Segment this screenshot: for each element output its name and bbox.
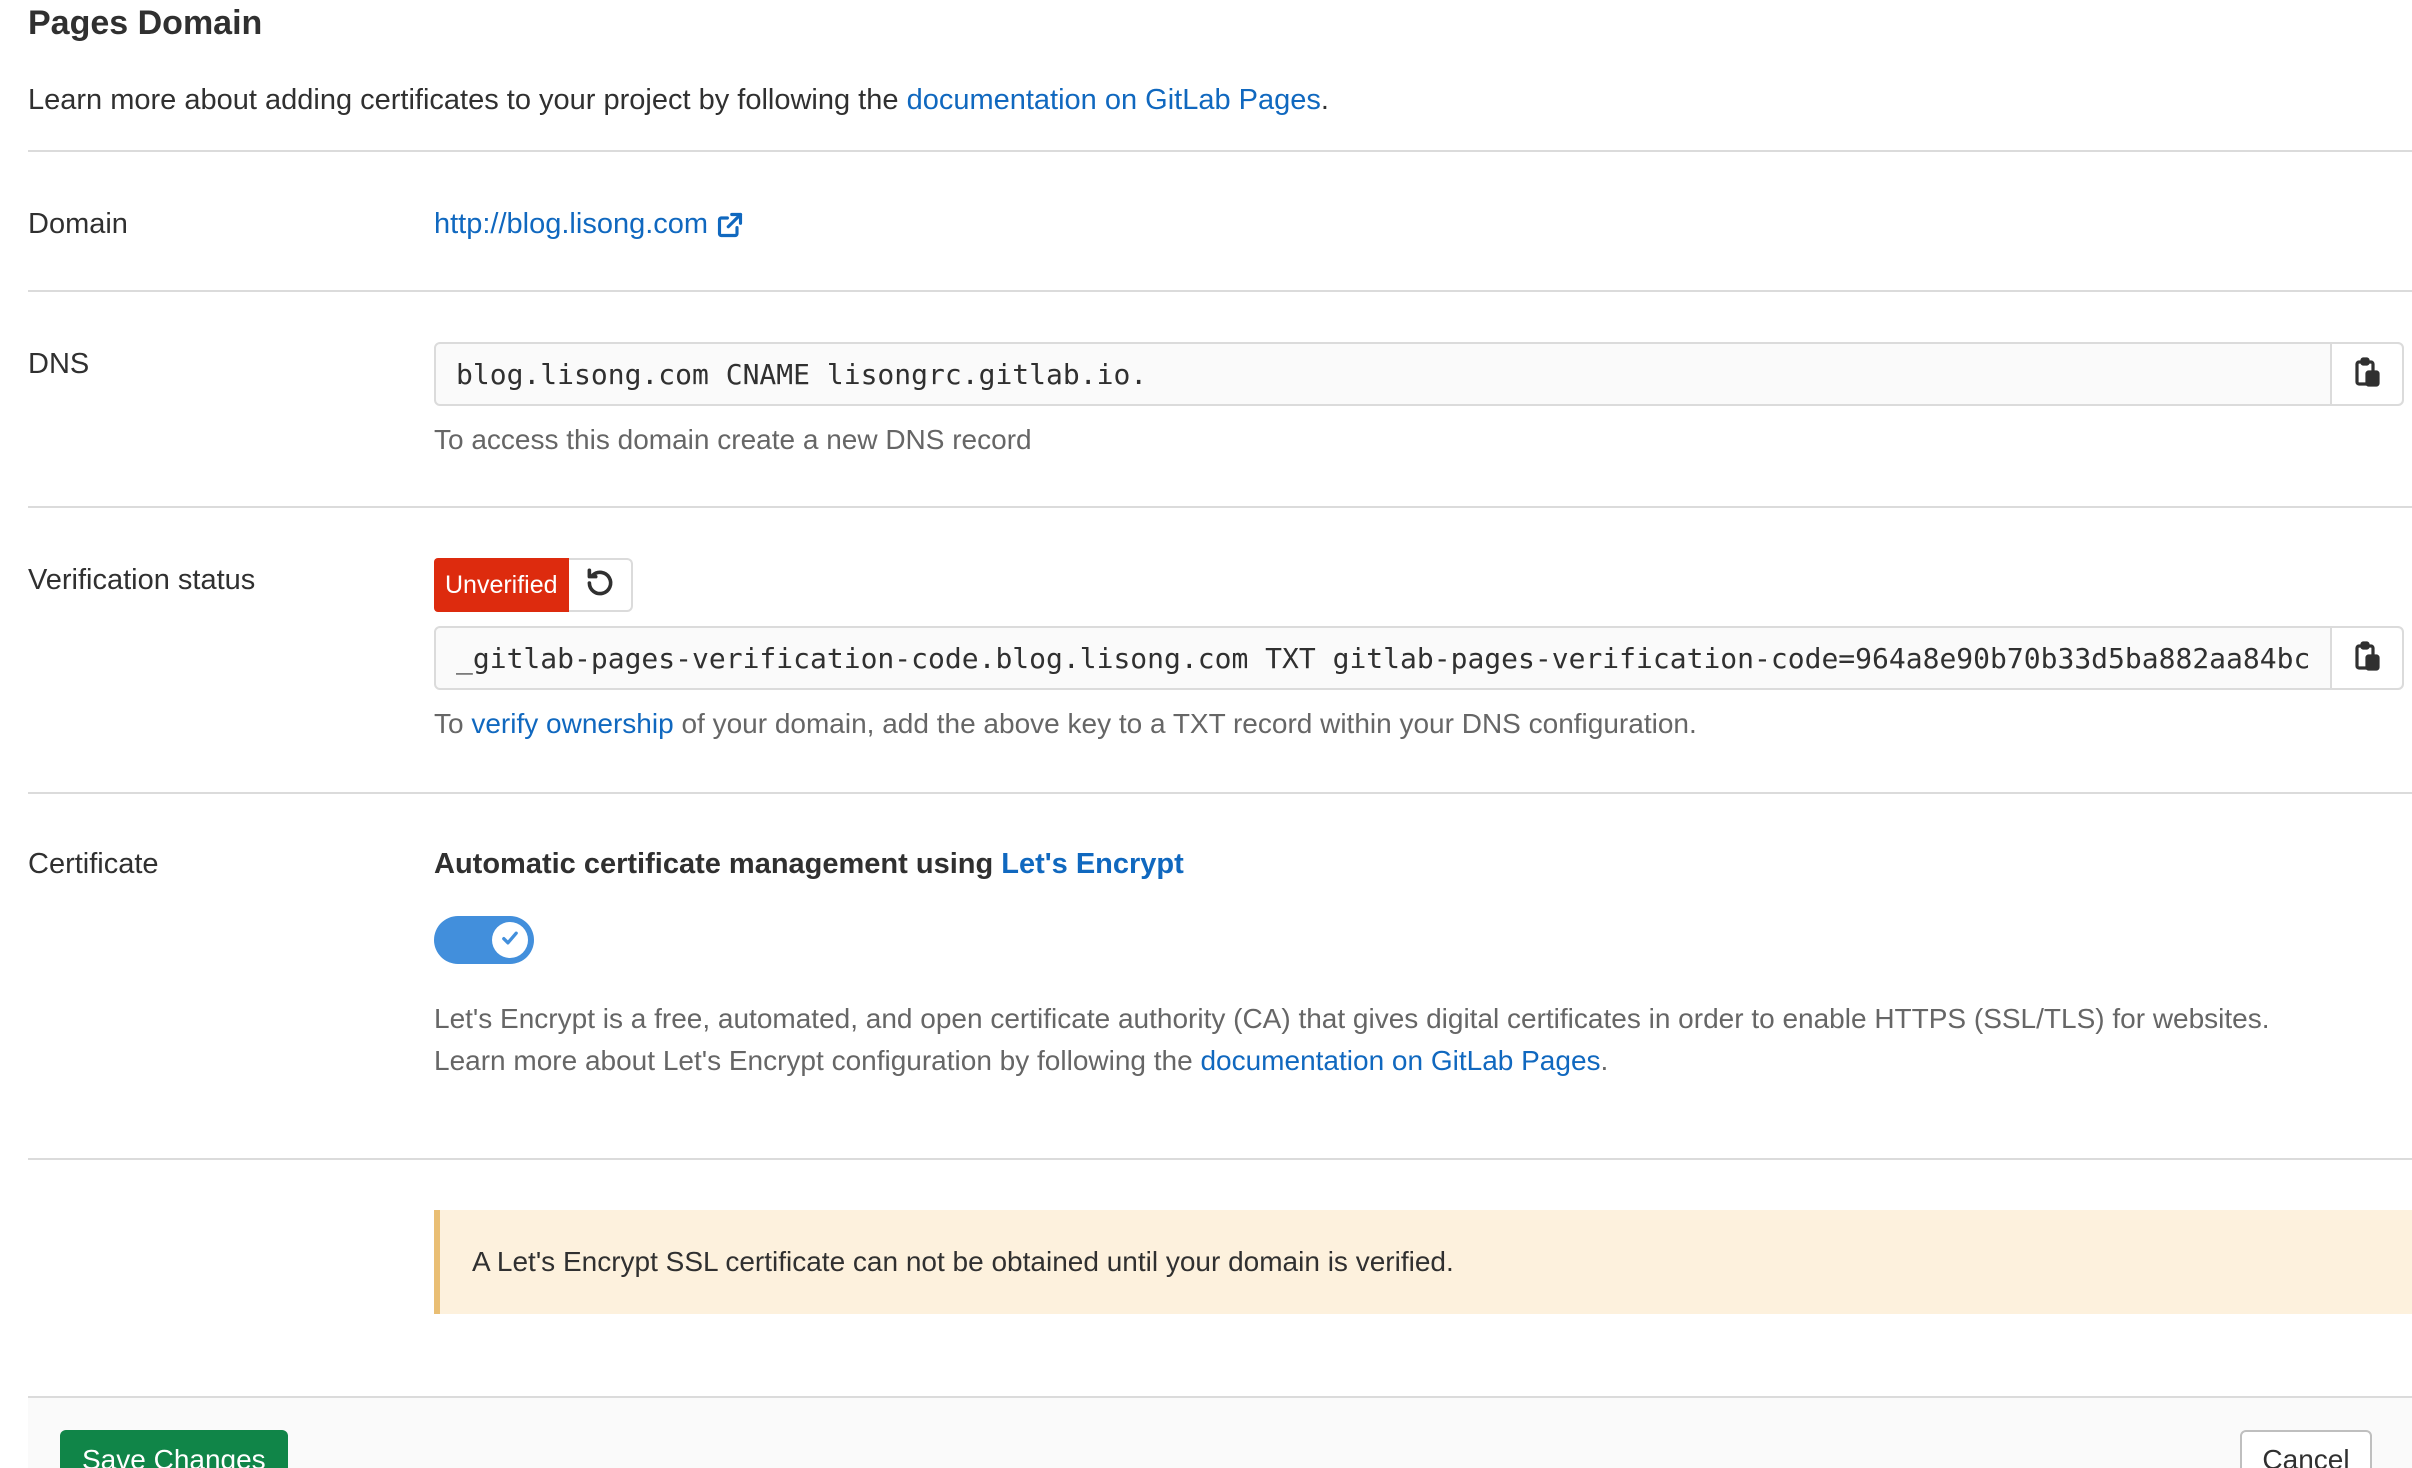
copy-verification-button[interactable] bbox=[2330, 628, 2402, 688]
verify-ownership-link[interactable]: verify ownership bbox=[471, 708, 673, 739]
dns-help-text: To access this domain create a new DNS r… bbox=[434, 424, 1032, 455]
documentation-link[interactable]: documentation on GitLab Pages bbox=[1200, 1045, 1600, 1076]
verification-help-text: To verify ownership of your domain, add … bbox=[434, 704, 1697, 744]
divider bbox=[28, 792, 2412, 794]
copy-dns-button[interactable] bbox=[2330, 344, 2402, 404]
domain-url-link[interactable]: http://blog.lisong.com bbox=[434, 204, 744, 244]
certificate-desc-line1: Let's Encrypt is a free, automated, and … bbox=[434, 1003, 2270, 1034]
divider bbox=[28, 506, 2412, 508]
warning-alert-text: A Let's Encrypt SSL certificate can not … bbox=[472, 1246, 1454, 1277]
external-link-icon bbox=[716, 210, 744, 238]
clipboard-icon bbox=[2353, 640, 2381, 677]
certificate-desc-line2-prefix: Learn more about Let's Encrypt configura… bbox=[434, 1045, 1201, 1076]
verification-record-group: _gitlab-pages-verification-code.blog.lis… bbox=[434, 626, 2404, 690]
form-footer bbox=[28, 1396, 2412, 1468]
lets-encrypt-link[interactable]: Let's Encrypt bbox=[1001, 848, 1184, 880]
dns-record-group: blog.lisong.com CNAME lisongrc.gitlab.io… bbox=[434, 342, 2404, 406]
pages-domain-page: Pages Domain Learn more about adding cer… bbox=[0, 0, 2412, 1468]
cancel-button[interactable]: Cancel bbox=[2240, 1430, 2372, 1468]
retry-verification-button[interactable] bbox=[568, 558, 633, 612]
dns-label: DNS bbox=[28, 348, 90, 380]
toggle-knob bbox=[492, 922, 528, 958]
warning-alert: A Let's Encrypt SSL certificate can not … bbox=[434, 1210, 2412, 1314]
dns-record-field[interactable]: blog.lisong.com CNAME lisongrc.gitlab.io… bbox=[436, 344, 2330, 404]
intro-text-prefix: Learn more about adding certificates to … bbox=[28, 84, 907, 116]
certificate-title-prefix: Automatic certificate management using bbox=[434, 848, 1002, 880]
certificate-title: Automatic certificate management using L… bbox=[434, 844, 1184, 884]
auto-ssl-toggle[interactable] bbox=[434, 916, 534, 964]
check-icon bbox=[499, 927, 521, 954]
save-changes-button[interactable]: Save Changes bbox=[60, 1430, 288, 1468]
documentation-link[interactable]: documentation on GitLab Pages bbox=[907, 84, 1321, 116]
clipboard-icon bbox=[2353, 356, 2381, 393]
divider bbox=[28, 150, 2412, 152]
verification-help-suffix: of your domain, add the above key to a T… bbox=[673, 708, 1697, 739]
verification-badge-group: Unverified bbox=[434, 558, 633, 612]
status-badge: Unverified bbox=[434, 558, 569, 612]
verification-label: Verification status bbox=[28, 564, 256, 596]
intro-text-suffix: . bbox=[1320, 84, 1329, 116]
intro-text: Learn more about adding certificates to … bbox=[28, 80, 1329, 120]
verification-help-prefix: To bbox=[434, 708, 472, 739]
verification-record-field[interactable]: _gitlab-pages-verification-code.blog.lis… bbox=[436, 628, 2330, 688]
domain-url-text: http://blog.lisong.com bbox=[434, 208, 709, 240]
divider bbox=[28, 290, 2412, 292]
certificate-desc-line2-suffix: . bbox=[1600, 1045, 1609, 1076]
certificate-label: Certificate bbox=[28, 848, 159, 880]
retry-icon bbox=[583, 566, 617, 605]
certificate-description: Let's Encrypt is a free, automated, and … bbox=[434, 998, 2394, 1082]
domain-label: Domain bbox=[28, 208, 128, 240]
divider bbox=[28, 1158, 2412, 1160]
certificate-desc-line2: Learn more about Let's Encrypt configura… bbox=[434, 1040, 2394, 1082]
page-title: Pages Domain bbox=[28, 4, 263, 42]
